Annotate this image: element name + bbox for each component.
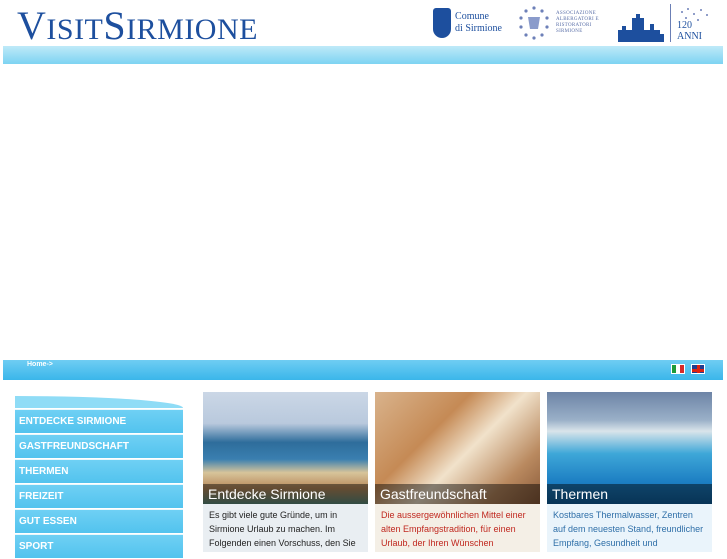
breadcrumb-bar: Home-> [3, 360, 723, 380]
menu-item-freizeit[interactable]: FREIZEIT [15, 484, 183, 508]
menu-item-thermen[interactable]: THERMEN [15, 459, 183, 483]
card-title: Gastfreundschaft [375, 484, 540, 504]
comune-logo[interactable]: Comune di Sirmione [433, 8, 502, 38]
card-entdecke-sirmione[interactable]: Entdecke Sirmione Es gibt viele gute Grü… [203, 392, 368, 552]
header-wave-bar [3, 46, 723, 64]
menu-item-entdecke-sirmione[interactable]: ENTDECKE SIRMIONE [15, 409, 183, 433]
menu-item-gastfreundschaft[interactable]: GASTFREUNDSCHAFT [15, 434, 183, 458]
sidebar-wave [15, 390, 183, 408]
breadcrumb-home-link[interactable]: Home-> [27, 361, 53, 368]
crest-icon [433, 8, 452, 38]
anniversary-badge: 120 ANNI [670, 4, 715, 42]
hotel-guests-image[interactable]: Gastfreundschaft [375, 392, 540, 504]
anniversary-label: 120 ANNI [677, 20, 702, 42]
menu-item-gut-essen[interactable]: GUT ESSEN [15, 509, 183, 533]
association-logo[interactable]: ASSOCIAZIONE ALBERGATORI E RISTORATORI S… [516, 5, 602, 41]
comune-line1: Comune [455, 11, 489, 22]
english-flag-icon[interactable] [691, 364, 705, 374]
card-title: Entdecke Sirmione [203, 484, 368, 504]
card-title: Thermen [547, 484, 712, 504]
flash-banner-area [3, 64, 723, 360]
site-logo[interactable]: VISITSIRMIONE [17, 2, 258, 49]
card-gastfreundschaft[interactable]: Gastfreundschaft Die aussergewöhnlichen … [375, 392, 540, 552]
italian-flag-icon[interactable] [671, 364, 685, 374]
language-switcher [671, 364, 705, 374]
stars-emblem-icon [519, 6, 549, 40]
sidebar-menu: ENTDECKE SIRMIONE GASTFREUNDSCHAFT THERM… [15, 390, 183, 558]
logo-text: IRMIONE [126, 13, 258, 46]
comune-line2: di Sirmione [455, 23, 502, 34]
castle-icon [618, 14, 664, 42]
page-frame: VISITSIRMIONE Comune di Sirmione ASSOCIA… [3, 0, 723, 558]
card-thermen[interactable]: Thermen Kostbares Thermalwasser, Zentren… [547, 392, 712, 552]
terme-logo[interactable]: 120 ANNI [616, 4, 715, 42]
logo-letter: V [17, 3, 47, 48]
logo-text: ISIT [46, 13, 104, 46]
partner-logos: Comune di Sirmione ASSOCIAZIONE ALBERGAT… [433, 2, 715, 44]
menu-item-sport[interactable]: SPORT [15, 534, 183, 558]
thermal-pool-image[interactable]: Thermen [547, 392, 712, 504]
association-text: ASSOCIAZIONE ALBERGATORI E RISTORATORI S… [556, 11, 599, 34]
logo-letter: S [103, 3, 127, 48]
sirmione-castle-image[interactable]: Entdecke Sirmione [203, 392, 368, 504]
site-header: VISITSIRMIONE Comune di Sirmione ASSOCIA… [3, 0, 723, 49]
